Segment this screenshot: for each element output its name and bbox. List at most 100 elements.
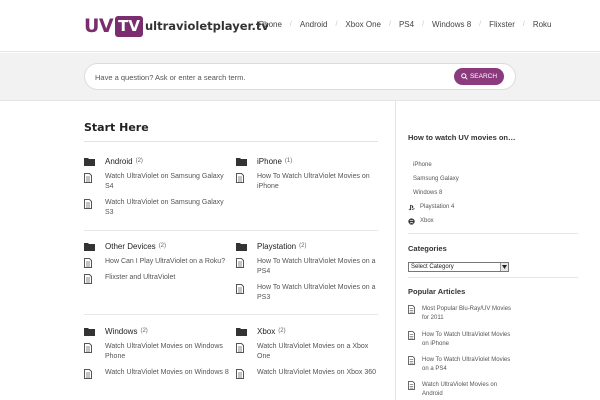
howto-link-xbox[interactable]: Xbox	[408, 214, 578, 228]
popular-article: Watch UltraViolet Movies on Android	[408, 381, 518, 399]
nav-item-iphone[interactable]: iPhone	[257, 20, 282, 29]
divider	[84, 314, 378, 315]
howto-label: Xbox	[420, 218, 434, 224]
main-nav: iPhone / Android / Xbox One / PS4 / Wind…	[257, 20, 552, 29]
article-link[interactable]: How Can I Play UltraViolet on a Roku?	[105, 258, 225, 265]
divider	[408, 277, 578, 278]
article-item: Flixster and UltraViolet	[84, 273, 229, 284]
article-item: How To Watch UltraViolet Movies on a PS4	[236, 257, 381, 277]
category-link-other-devices[interactable]: Other Devices	[105, 242, 156, 251]
howto-link-samsung-galaxy[interactable]: Samsung Galaxy	[408, 172, 578, 186]
article-link[interactable]: Flixster and UltraViolet	[105, 274, 175, 281]
article-item: Watch UltraViolet Movies on a Xbox One	[236, 342, 381, 362]
search-button-label: SEARCH	[469, 73, 498, 80]
document-icon	[408, 305, 415, 314]
category-link-android[interactable]: Android	[105, 157, 133, 166]
sidebar: How to watch UV movies on… iPhone Samsun…	[395, 101, 600, 400]
nav-separator: /	[479, 21, 482, 28]
article-item: How Can I Play UltraViolet on a Roku?	[84, 257, 229, 268]
document-icon	[408, 331, 415, 340]
category-count: (2)	[140, 328, 148, 334]
folder-icon	[236, 242, 247, 251]
article-link[interactable]: Watch UltraViolet Movies on Windows 8	[105, 369, 229, 376]
category-select-value: Select Category	[411, 264, 454, 270]
folder-icon	[84, 242, 95, 251]
article-link[interactable]: Watch UltraViolet on Samsung Galaxy S3	[105, 199, 224, 216]
nav-separator: /	[388, 21, 391, 28]
popular-article: How To Watch UltraViolet Movies on iPhon…	[408, 331, 518, 349]
category-link-iphone[interactable]: iPhone	[257, 157, 282, 166]
nav-item-android[interactable]: Android	[300, 20, 328, 29]
article-item: Watch UltraViolet Movies on Xbox 360	[236, 368, 381, 379]
nav-item-ps4[interactable]: PS4	[399, 20, 414, 29]
nav-separator: /	[289, 21, 292, 28]
divider	[408, 233, 578, 234]
search-input[interactable]	[95, 70, 435, 84]
howto-link-iphone[interactable]: iPhone	[408, 158, 578, 172]
howto-link-windows-8[interactable]: Windows 8	[408, 186, 578, 200]
article-link[interactable]: How To Watch UltraViolet Movies on a PS3	[257, 284, 376, 301]
article-item: Watch UltraViolet on Samsung Galaxy S3	[84, 198, 229, 218]
chevron-down-icon	[500, 263, 508, 271]
article-item: Watch UltraViolet on Samsung Galaxy S4	[84, 172, 229, 192]
category-link-windows[interactable]: Windows	[105, 327, 137, 336]
nav-separator: /	[335, 21, 338, 28]
document-icon	[84, 258, 92, 268]
popular-article: How To Watch UltraViolet Movies on a PS4	[408, 356, 518, 374]
article-item: How To Watch UltraViolet Movies on a PS3	[236, 283, 381, 303]
logo-uv-text: UV	[84, 15, 114, 37]
article-link[interactable]: Watch UltraViolet Movies on Windows Phon…	[105, 343, 223, 360]
folder-icon	[84, 157, 95, 166]
popular-article-link[interactable]: Watch UltraViolet Movies on Android	[422, 382, 497, 397]
category-link-playstation[interactable]: Playstation	[257, 242, 296, 251]
divider	[84, 141, 378, 142]
category-android: Android (2) Watch UltraViolet on Samsung…	[84, 155, 229, 218]
search-band: SEARCH	[0, 53, 600, 101]
article-link[interactable]: Watch UltraViolet Movies on a Xbox One	[257, 343, 368, 360]
category-select[interactable]: Select Category	[408, 262, 509, 272]
document-icon	[236, 369, 244, 379]
search-button[interactable]: SEARCH	[454, 68, 504, 85]
document-icon	[408, 381, 415, 390]
article-link[interactable]: Watch UltraViolet Movies on Xbox 360	[257, 369, 376, 376]
category-link-xbox[interactable]: Xbox	[257, 327, 275, 336]
howto-label: iPhone	[413, 162, 432, 168]
document-icon	[84, 343, 92, 353]
site-logo[interactable]: UV TV ultravioletplayer.tv	[84, 15, 269, 37]
nav-item-xbox-one[interactable]: Xbox One	[345, 20, 381, 29]
howto-link-playstation-4[interactable]: Playstation 4	[408, 200, 578, 214]
category-playstation: Playstation (2) How To Watch UltraViolet…	[236, 240, 381, 303]
site-header: UV TV ultravioletplayer.tv iPhone / Andr…	[0, 0, 600, 52]
popular-article-link[interactable]: How To Watch UltraViolet Movies on a PS4	[422, 357, 510, 372]
nav-item-windows-8[interactable]: Windows 8	[432, 20, 471, 29]
nav-item-flixster[interactable]: Flixster	[489, 20, 515, 29]
category-xbox: Xbox (2) Watch UltraViolet Movies on a X…	[236, 325, 381, 379]
category-count: (2)	[158, 243, 167, 249]
article-item: How To Watch UltraViolet Movies on iPhon…	[236, 172, 381, 192]
category-iphone: iPhone (1) How To Watch UltraViolet Movi…	[236, 155, 381, 192]
popular-article-link[interactable]: Most Popular Blu-Ray/UV Movies for 2011	[422, 306, 511, 321]
howto-label: Samsung Galaxy	[413, 176, 459, 182]
howto-label: Playstation 4	[420, 204, 455, 210]
nav-separator: /	[422, 21, 425, 28]
category-other-devices: Other Devices (2) How Can I Play UltraVi…	[84, 240, 229, 284]
article-link[interactable]: How To Watch UltraViolet Movies on a PS4	[257, 258, 376, 275]
sidebar-popular-title: Popular Articles	[408, 287, 466, 296]
article-item: Watch UltraViolet Movies on Windows Phon…	[84, 342, 229, 362]
category-count: (2)	[299, 243, 307, 249]
document-icon	[84, 199, 92, 209]
category-count: (2)	[278, 328, 286, 334]
logo-domain-text: ultravioletplayer.tv	[144, 19, 269, 33]
folder-icon	[236, 327, 247, 336]
nav-separator: /	[522, 21, 525, 28]
popular-article-link[interactable]: How To Watch UltraViolet Movies on iPhon…	[422, 332, 510, 347]
nav-item-roku[interactable]: Roku	[533, 20, 552, 29]
document-icon	[408, 356, 415, 365]
howto-list: iPhone Samsung Galaxy Windows 8 Playstat…	[408, 158, 578, 228]
logo-tv-badge: TV	[115, 15, 143, 37]
article-link[interactable]: Watch UltraViolet on Samsung Galaxy S4	[105, 173, 224, 190]
document-icon	[84, 369, 92, 379]
divider	[84, 230, 378, 231]
document-icon	[84, 274, 92, 284]
article-link[interactable]: How To Watch UltraViolet Movies on iPhon…	[257, 173, 370, 190]
